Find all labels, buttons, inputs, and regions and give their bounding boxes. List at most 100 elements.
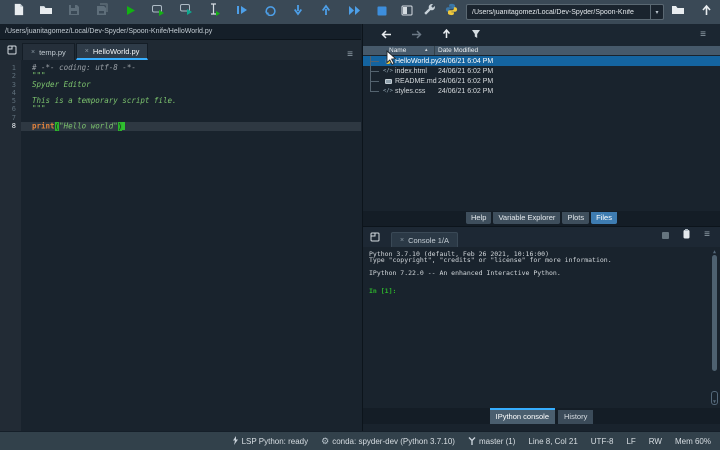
ipython-console[interactable]: Python 3.7.10 (default, Feb 26 2021, 10:… — [363, 247, 720, 408]
browse-tabs-button[interactable] — [2, 40, 22, 60]
console-options-menu-icon[interactable]: ≡ — [704, 230, 710, 240]
tab-help[interactable]: Help — [466, 212, 492, 224]
tab-files[interactable]: Files — [591, 212, 617, 224]
forward-button[interactable] — [401, 25, 431, 45]
save-icon — [68, 3, 80, 21]
inspect-object-icon[interactable] — [683, 226, 690, 244]
step-into-button[interactable] — [284, 1, 312, 23]
code-token: This is a temporary script file. — [32, 96, 177, 106]
editor-code[interactable]: # -*- coding: utf-8 -*- """ Spyder Editor … — [21, 60, 361, 431]
code-line: # -*- coding: utf-8 -*- — [32, 63, 361, 72]
rerun-button[interactable] — [256, 1, 284, 23]
console-tab[interactable]: × Console 1/A — [391, 232, 458, 247]
console-tab-label: Console 1/A — [408, 235, 449, 245]
file-row-README.md[interactable]: README.md 24/06/21 6:02 PM — [363, 76, 720, 86]
filter-button[interactable] — [461, 25, 491, 45]
file-date-modified: 24/06/21 6:04 PM — [438, 57, 494, 65]
lsp-status-icon — [232, 435, 239, 447]
console-scrollbar[interactable]: ▲ ▼ — [711, 250, 718, 405]
close-icon[interactable]: × — [85, 48, 89, 55]
stop-icon — [377, 3, 387, 21]
step-return-button[interactable] — [312, 1, 340, 23]
stop-button[interactable] — [368, 1, 396, 23]
console-prompt[interactable]: In [1]: — [369, 288, 714, 295]
encoding-status: UTF-8 — [590, 436, 614, 446]
interrupt-kernel-icon[interactable] — [662, 226, 670, 244]
files-toolbar: ≡ — [363, 24, 720, 46]
editor-options-menu-icon[interactable]: ≡ — [341, 50, 359, 60]
permissions-status: RW — [648, 436, 662, 446]
close-icon[interactable]: × — [31, 49, 35, 56]
markdown-file-icon — [383, 78, 393, 84]
editor-tab-temp.py[interactable]: × temp.py — [22, 43, 75, 60]
scrollbar-thumb[interactable] — [712, 255, 717, 372]
file-row-index.html[interactable]: </> index.html 24/06/21 6:02 PM — [363, 66, 720, 76]
editor-pane: /Users/juanitagomez/Local/Dev-Spyder/Spo… — [0, 24, 361, 431]
chevron-down-icon[interactable]: ▾ — [650, 5, 663, 19]
preferences-button[interactable] — [418, 1, 440, 23]
scroll-down-icon[interactable]: ▼ — [713, 400, 716, 405]
close-icon[interactable]: × — [400, 237, 404, 244]
editor-tab-HelloWorld.py[interactable]: × HelloWorld.py — [75, 43, 149, 60]
parent-directory-icon — [701, 3, 712, 21]
lsp-status[interactable]: LSP Python: ready — [232, 435, 308, 447]
line-number: 8 — [11, 122, 16, 131]
back-button[interactable] — [371, 25, 401, 45]
tab-plots[interactable]: Plots — [562, 212, 590, 224]
scroll-down-box[interactable]: ▼ — [711, 391, 718, 405]
maximize-pane-button[interactable] — [396, 1, 418, 23]
line-number: 5 — [11, 97, 16, 106]
save-button[interactable] — [60, 1, 88, 23]
eol-status: LF — [626, 436, 636, 446]
line-number: 6 — [11, 105, 16, 114]
up-arrow-icon — [442, 26, 451, 44]
text-cursor — [122, 122, 126, 130]
debug-file-button[interactable] — [228, 1, 256, 23]
tree-branch — [367, 56, 383, 66]
save-all-icon — [96, 3, 109, 21]
spyder-window: /Users/juanitagomez/Local/Dev-Spyder/Spo… — [0, 0, 720, 450]
save-all-button[interactable] — [88, 1, 116, 23]
editor-tabs: × temp.py × HelloWorld.py — [22, 43, 149, 60]
new-file-button[interactable] — [4, 1, 32, 23]
run-selection-button[interactable] — [200, 1, 228, 23]
tab-ipython-console[interactable]: IPython console — [489, 408, 556, 424]
working-directory-combobox[interactable]: /Users/juanitagomez/Local/Dev-Spyder/Spo… — [466, 4, 664, 20]
step-return-icon — [320, 3, 332, 21]
browse-working-directory-button[interactable] — [664, 1, 692, 23]
mouse-cursor — [386, 49, 398, 71]
file-list: HelloWorld.py 24/06/21 6:04 PM </> index.ht… — [363, 55, 720, 211]
main-toolbar: /Users/juanitagomez/Local/Dev-Spyder/Spo… — [0, 0, 720, 24]
tab-variable-explorer[interactable]: Variable Explorer — [493, 212, 561, 224]
line-number: 2 — [11, 72, 16, 81]
tab-history[interactable]: History — [558, 410, 594, 424]
code-editor[interactable]: 12345678 # -*- coding: utf-8 -*- """ Spyde… — [0, 60, 361, 431]
console-browse-tabs-button[interactable] — [365, 227, 385, 247]
rerun-icon — [264, 3, 277, 21]
gear-icon: ⚙ — [321, 435, 330, 446]
parent-directory-button[interactable] — [692, 1, 720, 23]
console-plugin-tabs: IPython console History — [363, 408, 720, 424]
scroll-up-icon[interactable]: ▲ — [713, 250, 716, 255]
file-list-header[interactable]: Name ▴ Date Modified — [363, 46, 720, 55]
conda-env-status[interactable]: ⚙ conda: spyder-dev (Python 3.7.10) — [321, 435, 455, 446]
run-cell-advance-button[interactable] — [172, 1, 200, 23]
open-file-button[interactable] — [32, 1, 60, 23]
file-row-HelloWorld.py[interactable]: HelloWorld.py 24/06/21 6:04 PM — [363, 56, 720, 66]
file-row-styles.css[interactable]: </> styles.css 24/06/21 6:02 PM — [363, 86, 720, 96]
preferences-wrench-icon — [423, 3, 436, 21]
python-path-manager-button[interactable] — [440, 1, 462, 23]
up-directory-button[interactable] — [431, 25, 461, 45]
memory-status: Mem 60% — [674, 436, 711, 446]
open-file-icon — [39, 3, 53, 21]
new-file-icon — [12, 3, 25, 21]
git-branch-status[interactable]: master (1) — [468, 436, 515, 447]
editor-tabbar: × temp.py × HelloWorld.py ≡ — [0, 40, 361, 60]
files-options-menu-icon[interactable]: ≡ — [694, 30, 712, 40]
run-file-button[interactable] — [116, 1, 144, 23]
column-date-modified[interactable]: Date Modified — [438, 47, 478, 54]
code-token: # -*- coding: utf-8 -*- — [32, 63, 136, 72]
git-branch-icon — [468, 436, 476, 447]
continue-button[interactable] — [340, 1, 368, 23]
run-cell-button[interactable] — [144, 1, 172, 23]
